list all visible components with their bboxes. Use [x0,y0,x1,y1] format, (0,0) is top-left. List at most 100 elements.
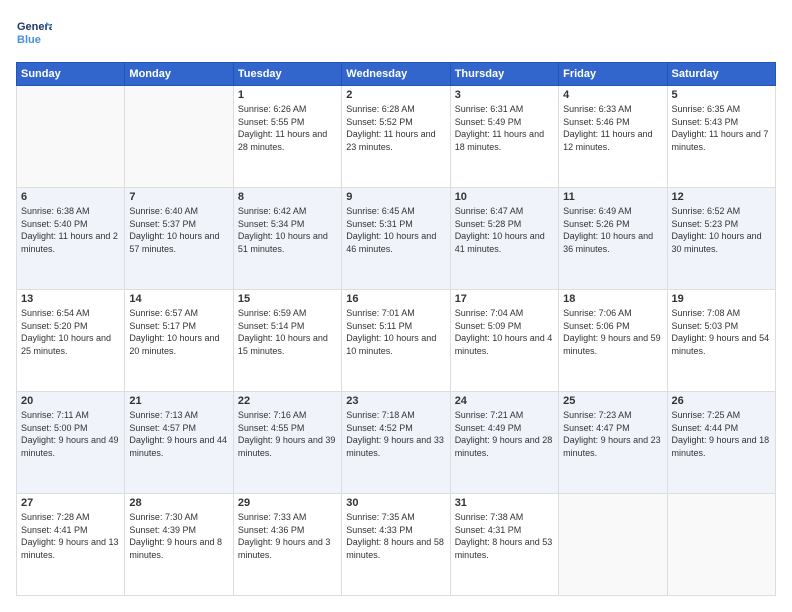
calendar-cell: 23Sunrise: 7:18 AMSunset: 4:52 PMDayligh… [342,392,450,494]
day-number: 13 [21,293,120,305]
calendar-cell: 10 Sunrise: 6:47 AMSunset: 5:28 PMDayligh… [450,188,558,290]
day-number: 2 [346,89,445,101]
day-number: 15 [238,293,337,305]
week-row-2: 6 Sunrise: 6:38 AMSunset: 5:40 PMDaylight… [17,188,776,290]
day-number: 5 [672,89,771,101]
day-info: Sunrise: 6:28 AMSunset: 5:52 PMDaylight:… [346,103,445,153]
calendar-cell [125,86,233,188]
day-number: 31 [455,497,554,509]
day-number: 9 [346,191,445,203]
day-info: Sunrise: 7:35 AMSunset: 4:33 PMDaylight:… [346,511,445,561]
day-info: Sunrise: 7:38 AMSunset: 4:31 PMDaylight:… [455,511,554,561]
day-number: 26 [672,395,771,407]
calendar-cell: 6 Sunrise: 6:38 AMSunset: 5:40 PMDaylight… [17,188,125,290]
calendar-cell: 17 Sunrise: 7:04 AMSunset: 5:09 PMDayligh… [450,290,558,392]
day-info: Sunrise: 7:13 AMSunset: 4:57 PMDaylight:… [129,409,228,459]
day-number: 17 [455,293,554,305]
day-number: 10 [455,191,554,203]
day-info: Sunrise: 7:01 AMSunset: 5:11 PMDaylight:… [346,307,445,357]
day-info: Sunrise: 7:23 AMSunset: 4:47 PMDaylight:… [563,409,662,459]
day-info: Sunrise: 6:52 AMSunset: 5:23 PMDaylight:… [672,205,771,255]
day-number: 7 [129,191,228,203]
day-number: 1 [238,89,337,101]
day-info: Sunrise: 6:54 AMSunset: 5:20 PMDaylight:… [21,307,120,357]
day-number: 28 [129,497,228,509]
weekday-header-thursday: Thursday [450,63,558,86]
calendar-cell: 13 Sunrise: 6:54 AMSunset: 5:20 PMDayligh… [17,290,125,392]
logo: General Blue [16,16,52,52]
calendar-cell: 22 Sunrise: 7:16 AMSunset: 4:55 PMDayligh… [233,392,341,494]
day-info: Sunrise: 7:11 AMSunset: 5:00 PMDaylight:… [21,409,120,459]
calendar-cell: 20 Sunrise: 7:11 AMSunset: 5:00 PMDayligh… [17,392,125,494]
day-number: 25 [563,395,662,407]
day-number: 14 [129,293,228,305]
day-number: 8 [238,191,337,203]
calendar-cell [667,494,775,596]
day-info: Sunrise: 6:49 AMSunset: 5:26 PMDaylight:… [563,205,662,255]
calendar-cell: 24Sunrise: 7:21 AMSunset: 4:49 PMDayligh… [450,392,558,494]
day-number: 29 [238,497,337,509]
calendar-cell: 9 Sunrise: 6:45 AMSunset: 5:31 PMDaylight… [342,188,450,290]
day-info: Sunrise: 7:28 AMSunset: 4:41 PMDaylight:… [21,511,120,561]
calendar-cell: 4Sunrise: 6:33 AMSunset: 5:46 PMDaylight… [559,86,667,188]
day-number: 11 [563,191,662,203]
calendar-cell: 18 Sunrise: 7:06 AMSunset: 5:06 PMDayligh… [559,290,667,392]
day-number: 22 [238,395,337,407]
day-info: Sunrise: 6:26 AMSunset: 5:55 PMDaylight:… [238,103,337,153]
day-info: Sunrise: 7:25 AMSunset: 4:44 PMDaylight:… [672,409,771,459]
calendar-cell: 26 Sunrise: 7:25 AMSunset: 4:44 PMDayligh… [667,392,775,494]
calendar-cell: 31 Sunrise: 7:38 AMSunset: 4:31 PMDayligh… [450,494,558,596]
logo-icon: General Blue [16,16,52,52]
day-number: 12 [672,191,771,203]
day-info: Sunrise: 6:38 AMSunset: 5:40 PMDaylight:… [21,205,120,255]
week-row-1: 1 Sunrise: 6:26 AMSunset: 5:55 PMDaylight… [17,86,776,188]
calendar-cell: 29 Sunrise: 7:33 AMSunset: 4:36 PMDayligh… [233,494,341,596]
day-info: Sunrise: 7:06 AMSunset: 5:06 PMDaylight:… [563,307,662,357]
calendar-cell: 14Sunrise: 6:57 AMSunset: 5:17 PMDayligh… [125,290,233,392]
day-number: 16 [346,293,445,305]
day-info: Sunrise: 6:59 AMSunset: 5:14 PMDaylight:… [238,307,337,357]
calendar-cell: 11 Sunrise: 6:49 AMSunset: 5:26 PMDayligh… [559,188,667,290]
day-number: 27 [21,497,120,509]
day-number: 6 [21,191,120,203]
day-info: Sunrise: 7:08 AMSunset: 5:03 PMDaylight:… [672,307,771,357]
calendar-cell: 27 Sunrise: 7:28 AMSunset: 4:41 PMDayligh… [17,494,125,596]
day-number: 20 [21,395,120,407]
day-number: 21 [129,395,228,407]
calendar-cell: 2 Sunrise: 6:28 AMSunset: 5:52 PMDaylight… [342,86,450,188]
calendar-cell: 7 Sunrise: 6:40 AMSunset: 5:37 PMDaylight… [125,188,233,290]
calendar-cell: 8 Sunrise: 6:42 AMSunset: 5:34 PMDaylight… [233,188,341,290]
day-number: 30 [346,497,445,509]
day-info: Sunrise: 7:04 AMSunset: 5:09 PMDaylight:… [455,307,554,357]
day-info: Sunrise: 6:47 AMSunset: 5:28 PMDaylight:… [455,205,554,255]
header: General Blue [16,16,776,52]
calendar-cell: 5 Sunrise: 6:35 AMSunset: 5:43 PMDaylight… [667,86,775,188]
day-info: Sunrise: 6:40 AMSunset: 5:37 PMDaylight:… [129,205,228,255]
day-info: Sunrise: 6:42 AMSunset: 5:34 PMDaylight:… [238,205,337,255]
day-info: Sunrise: 7:16 AMSunset: 4:55 PMDaylight:… [238,409,337,459]
weekday-header-tuesday: Tuesday [233,63,341,86]
calendar-cell: 16 Sunrise: 7:01 AMSunset: 5:11 PMDayligh… [342,290,450,392]
calendar-cell: 19 Sunrise: 7:08 AMSunset: 5:03 PMDayligh… [667,290,775,392]
day-info: Sunrise: 6:45 AMSunset: 5:31 PMDaylight:… [346,205,445,255]
svg-text:Blue: Blue [17,34,41,46]
calendar-cell: 30 Sunrise: 7:35 AMSunset: 4:33 PMDayligh… [342,494,450,596]
logo-wordmark: General Blue [16,16,52,52]
day-info: Sunrise: 6:33 AMSunset: 5:46 PMDaylight:… [563,103,662,153]
weekday-header-row: SundayMondayTuesdayWednesdayThursdayFrid… [17,63,776,86]
day-number: 19 [672,293,771,305]
calendar-cell: 25 Sunrise: 7:23 AMSunset: 4:47 PMDayligh… [559,392,667,494]
day-info: Sunrise: 7:30 AMSunset: 4:39 PMDaylight:… [129,511,228,561]
day-number: 18 [563,293,662,305]
calendar-cell: 28 Sunrise: 7:30 AMSunset: 4:39 PMDayligh… [125,494,233,596]
day-info: Sunrise: 6:35 AMSunset: 5:43 PMDaylight:… [672,103,771,153]
calendar-table: SundayMondayTuesdayWednesdayThursdayFrid… [16,62,776,596]
weekday-header-wednesday: Wednesday [342,63,450,86]
calendar-cell: 21 Sunrise: 7:13 AMSunset: 4:57 PMDayligh… [125,392,233,494]
day-info: Sunrise: 7:18 AMSunset: 4:52 PMDaylight:… [346,409,445,459]
calendar-cell: 1 Sunrise: 6:26 AMSunset: 5:55 PMDaylight… [233,86,341,188]
calendar-cell: 12 Sunrise: 6:52 AMSunset: 5:23 PMDayligh… [667,188,775,290]
calendar-cell [559,494,667,596]
week-row-5: 27 Sunrise: 7:28 AMSunset: 4:41 PMDayligh… [17,494,776,596]
day-info: Sunrise: 7:33 AMSunset: 4:36 PMDaylight:… [238,511,337,561]
